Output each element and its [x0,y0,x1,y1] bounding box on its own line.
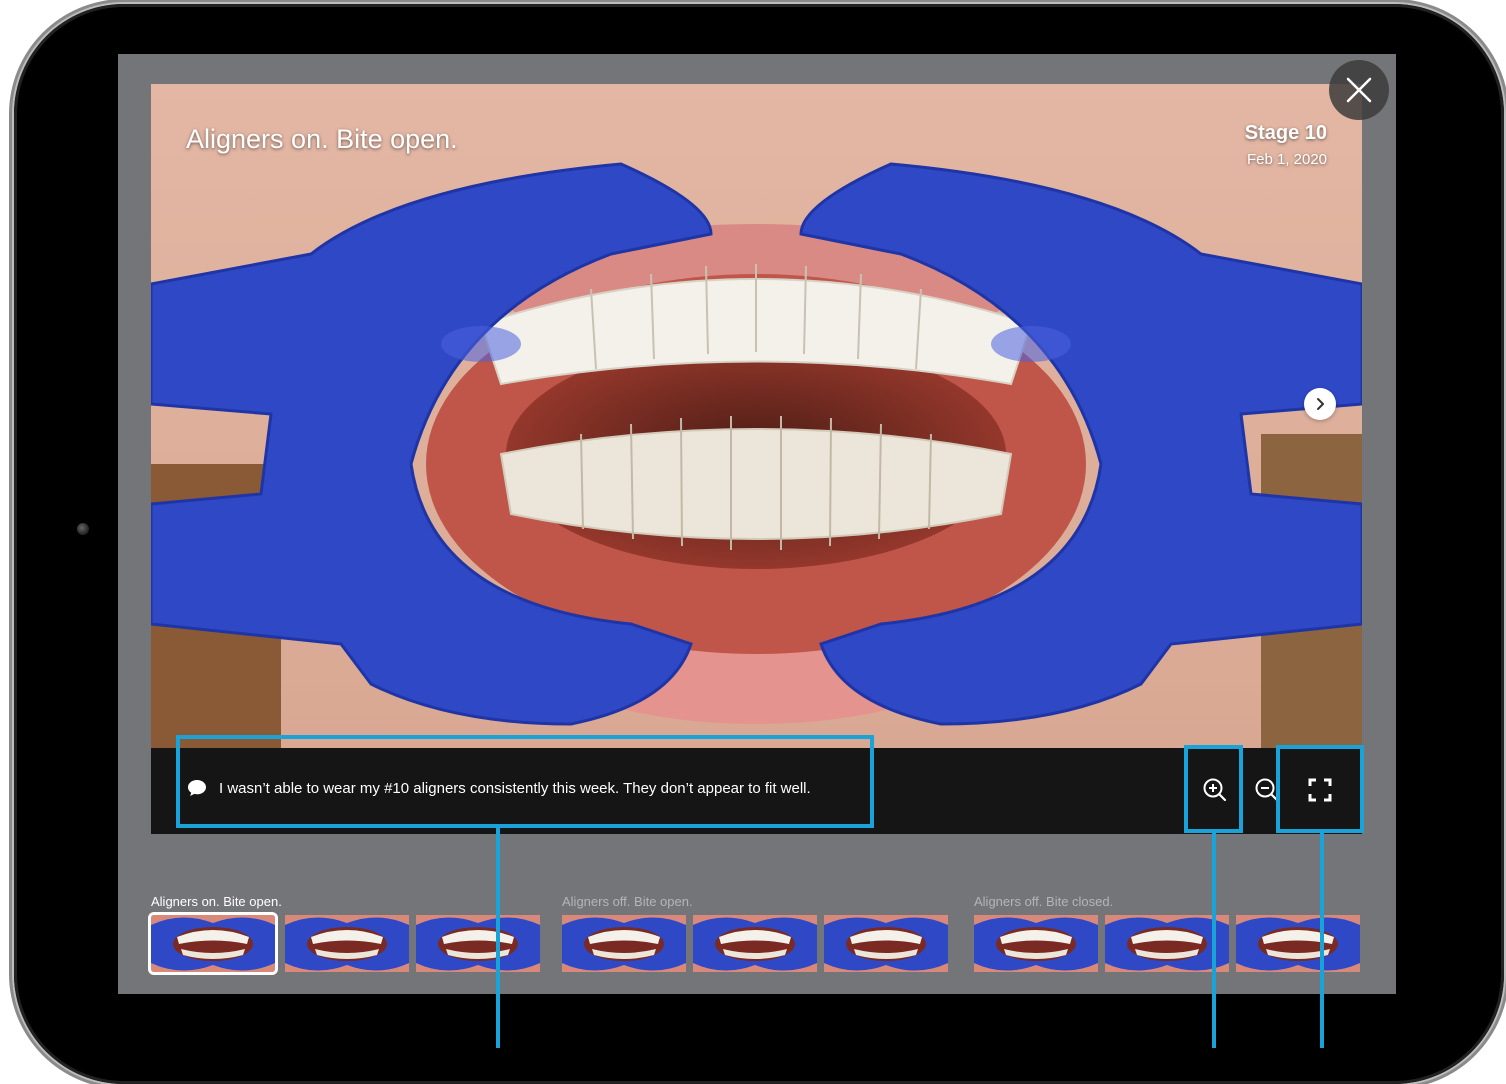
thumbnail-group-label: Aligners off. Bite open. [562,894,693,909]
photo-viewer-screen: Aligners on. Bite open. Stage 10 Feb 1, … [118,54,1396,994]
thumbnail-group-label: Aligners off. Bite closed. [974,894,1114,909]
thumbnail[interactable] [1105,915,1229,972]
stage-date: Feb 1, 2020 [1246,151,1327,168]
stage-title: Stage 10 [1244,122,1327,144]
thumbnail[interactable] [285,915,409,972]
zoom-in-callout-line [1212,833,1216,1048]
close-icon [1346,77,1372,103]
thumbnail[interactable] [824,915,948,972]
zoom-in-highlight-box [1184,745,1243,833]
thumbnail-group-3: Aligners off. Bite closed. [974,894,1360,972]
comment-callout-line [496,828,500,1048]
thumbnail[interactable] [974,915,1098,972]
chevron-right-icon [1317,398,1324,410]
thumbnail-group-2: Aligners off. Bite open. [562,894,948,972]
photo-title: Aligners on. Bite open. [186,124,458,154]
thumbnail-group-label: Aligners on. Bite open. [151,894,282,909]
thumbnail[interactable] [562,915,686,972]
thumbnail-group-1: Aligners on. Bite open. [148,894,540,975]
fullscreen-callout-line [1320,833,1324,1048]
comment-highlight-box [176,735,874,828]
thumbnail-selected[interactable] [148,912,278,975]
thumbnail[interactable] [693,915,817,972]
photo-scene [151,84,1362,748]
camera-dot [77,523,89,535]
close-button[interactable] [1329,60,1389,120]
intraoral-photo[interactable]: Aligners on. Bite open. Stage 10 Feb 1, … [151,84,1362,748]
stage-info: Stage 10 Feb 1, 2020 [1245,122,1327,168]
fullscreen-highlight-box [1276,745,1364,833]
thumbnail[interactable] [416,915,540,972]
next-photo-button[interactable] [1304,388,1336,420]
thumbnail[interactable] [1236,915,1360,972]
